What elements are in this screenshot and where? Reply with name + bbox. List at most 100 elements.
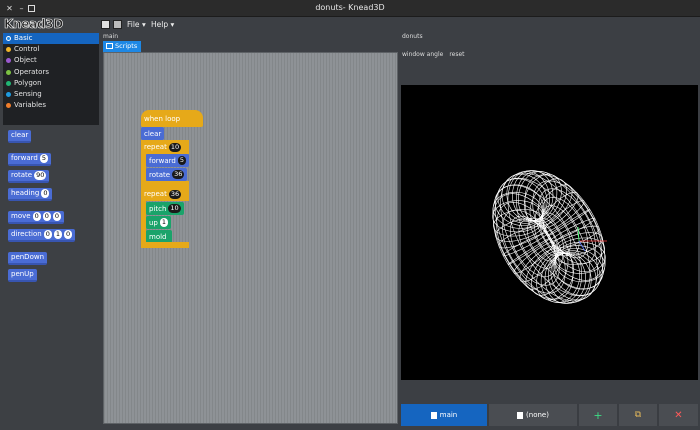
block-label: when loop (144, 114, 181, 123)
tab-scripts[interactable]: Scripts (103, 41, 141, 52)
block-input[interactable]: 5 (39, 154, 48, 163)
up-block[interactable]: up 1 (146, 216, 172, 229)
category-variables[interactable]: Variables (3, 100, 99, 111)
palette-block-penup[interactable]: penUp (8, 269, 37, 282)
wireframe-line (507, 170, 603, 297)
copy-icon: ⧉ (634, 410, 642, 420)
breadcrumb: main (103, 33, 118, 40)
palette-block-heading[interactable]: heading 0 (8, 188, 53, 201)
block-label: repeat (144, 190, 167, 198)
project-icon[interactable] (101, 20, 110, 29)
block-input[interactable]: 10 (168, 204, 181, 213)
block-label: direction (11, 230, 42, 238)
category-list: Basic Control Object Operators Polygon S… (3, 33, 99, 125)
category-dot-icon (6, 36, 11, 42)
file-menu-label: File (127, 20, 140, 29)
block-label: rotate (149, 170, 171, 179)
category-label: Sensing (14, 90, 42, 99)
page-icon (430, 411, 437, 419)
category-label: Variables (14, 101, 46, 110)
plus-icon: + (593, 408, 603, 422)
block-label: mold (149, 232, 167, 241)
window-angle-option[interactable]: window angle (402, 51, 443, 58)
save-icon[interactable] (113, 20, 122, 29)
block-label: penDown (11, 253, 45, 261)
add-object-button[interactable]: + (579, 404, 617, 426)
category-polygon[interactable]: Polygon (3, 78, 99, 89)
category-basic[interactable]: Basic (3, 33, 99, 45)
block-label: penUp (11, 270, 34, 278)
category-label: Object (14, 56, 37, 65)
script-canvas[interactable]: when loop clear repeat 10 forward 5 rota… (103, 52, 398, 424)
window-titlebar: ✕ – donuts- Knead3D (0, 0, 700, 17)
file-menu[interactable]: File ▾ (127, 20, 146, 29)
forward-block[interactable]: forward 5 (146, 154, 189, 167)
category-object[interactable]: Object (3, 55, 99, 66)
block-input[interactable]: 90 (34, 171, 47, 180)
main-toolbar: File ▾ Help ▾ (100, 17, 400, 32)
page-icon (517, 411, 524, 419)
duplicate-object-button[interactable]: ⧉ (619, 404, 657, 426)
block-label: up (149, 218, 158, 227)
donut-wireframe (492, 170, 607, 304)
rotate-block[interactable]: rotate 36 (146, 168, 188, 181)
palette-block-clear[interactable]: clear (8, 130, 32, 143)
block-input[interactable]: 36 (172, 170, 185, 179)
block-input[interactable]: 1 (159, 218, 169, 227)
category-sensing[interactable]: Sensing (3, 89, 99, 100)
category-dot-icon (6, 47, 11, 53)
reset-option[interactable]: reset (449, 51, 464, 58)
help-menu-label: Help (151, 20, 169, 29)
help-menu[interactable]: Help ▾ (151, 20, 174, 29)
block-input[interactable]: 0 (63, 230, 73, 239)
category-dot-icon (6, 92, 11, 98)
palette-block-forward[interactable]: forward 5 (8, 153, 51, 166)
clear-block[interactable]: clear (141, 127, 165, 140)
pitch-block[interactable]: pitch 10 (146, 202, 184, 215)
scripts-icon (106, 43, 113, 49)
palette-block-move[interactable]: move 0 0 0 (8, 211, 64, 224)
category-dot-icon (6, 69, 11, 75)
repeat-count-input[interactable]: 36 (168, 189, 182, 199)
palette-block-direction[interactable]: direction 0 1 0 (8, 229, 76, 242)
block-input[interactable]: 0 (42, 212, 51, 221)
repeat-block[interactable]: repeat 10 (141, 140, 189, 154)
tab-label: Scripts (115, 42, 138, 50)
block-label: move (11, 212, 31, 220)
block-input[interactable]: 1 (53, 230, 62, 239)
tab-main-object[interactable]: main (401, 404, 487, 426)
3d-stage-view[interactable] (401, 85, 698, 380)
block-label: repeat (144, 143, 167, 151)
block-input[interactable]: 0 (41, 189, 50, 198)
delete-object-button[interactable]: ✕ (659, 404, 698, 426)
object-bar: main (none) + ⧉ ✕ (401, 404, 698, 426)
block-input[interactable]: 5 (177, 156, 186, 165)
block-label: rotate (11, 171, 33, 179)
palette-block-pendown[interactable]: penDown (8, 252, 48, 265)
block-label: forward (149, 156, 176, 165)
repeat-count-input[interactable]: 10 (168, 142, 182, 152)
category-dot-icon (6, 58, 11, 64)
category-label: Control (14, 45, 40, 54)
tab-none-object[interactable]: (none) (489, 404, 577, 426)
when-loop-block[interactable]: when loop (141, 110, 203, 127)
palette-block-rotate[interactable]: rotate 90 (8, 170, 50, 183)
category-operators[interactable]: Operators (3, 67, 99, 78)
category-label: Basic (14, 34, 33, 43)
category-control[interactable]: Control (3, 44, 99, 55)
stage-title: donuts (402, 33, 423, 40)
tab-label: (none) (526, 411, 549, 419)
category-dot-icon (6, 103, 11, 109)
block-input[interactable]: 0 (43, 230, 52, 239)
block-input[interactable]: 0 (52, 212, 61, 221)
close-icon: ✕ (674, 409, 683, 421)
wireframe-line (495, 177, 591, 304)
tab-label: main (439, 411, 458, 419)
block-label: clear (144, 129, 162, 138)
category-label: Polygon (14, 78, 42, 87)
block-label: forward (11, 154, 38, 162)
block-label: heading (11, 189, 40, 197)
block-input[interactable]: 0 (32, 212, 41, 221)
block-palette: Knead3D Basic Control Object Operators P… (0, 17, 100, 430)
repeat-block[interactable]: repeat 36 (141, 187, 189, 201)
